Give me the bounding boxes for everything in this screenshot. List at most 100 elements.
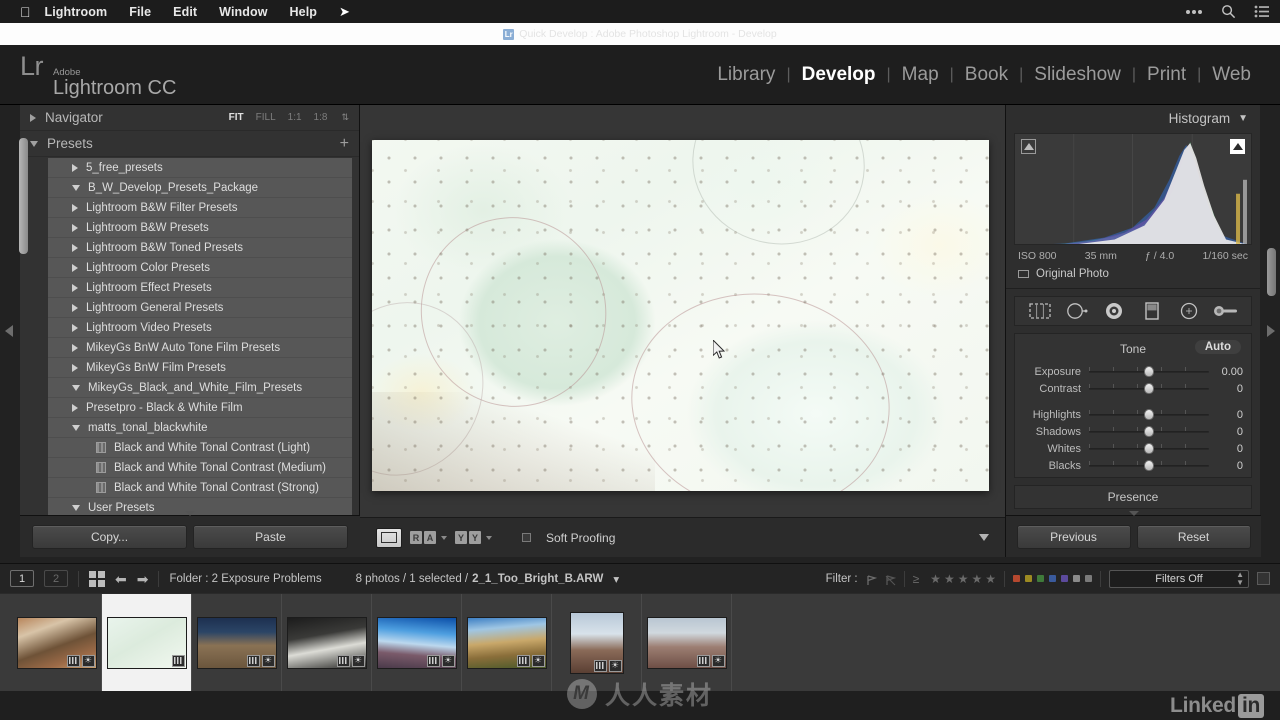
original-photo-row[interactable]: Original Photo xyxy=(1006,262,1260,289)
spot-removal-icon[interactable] xyxy=(1064,301,1090,321)
preset-row[interactable]: Lightroom Video Presets xyxy=(48,318,352,338)
filmstrip-cell[interactable]: ☀ xyxy=(372,594,462,692)
ellipsis-icon[interactable] xyxy=(1185,9,1203,15)
auto-tone-button[interactable]: Auto xyxy=(1195,340,1241,354)
crop-badge-icon[interactable] xyxy=(67,655,80,667)
radial-filter-icon[interactable] xyxy=(1176,301,1202,321)
module-map[interactable]: Map xyxy=(891,64,950,86)
before-after-dropdown-icon[interactable] xyxy=(441,536,447,540)
module-develop[interactable]: Develop xyxy=(791,64,887,86)
flag-pick-icon[interactable] xyxy=(866,573,877,584)
thumb-6[interactable]: ☀ xyxy=(467,617,547,669)
apple-menu-icon[interactable]:  xyxy=(20,5,31,19)
chevron-down-icon[interactable] xyxy=(72,185,80,191)
zoom-fill[interactable]: FILL xyxy=(256,112,276,123)
crop-badge-icon[interactable] xyxy=(697,655,710,667)
stepper-icon[interactable]: ▲▼ xyxy=(1236,571,1244,587)
copy-button[interactable]: Copy... xyxy=(32,525,187,549)
identity-plate[interactable]: Lr Adobe Lightroom CC xyxy=(0,51,176,99)
slider-track[interactable] xyxy=(1089,425,1209,438)
left-panel-scrollbar[interactable] xyxy=(19,138,28,254)
color-label-swatch-6[interactable] xyxy=(1073,575,1080,582)
color-label-swatch-4[interactable] xyxy=(1049,575,1056,582)
module-library[interactable]: Library xyxy=(706,64,786,86)
preset-row[interactable]: Presetpro - Black & White Film xyxy=(48,398,352,418)
preset-row[interactable]: Black and White Tonal Contrast (Light) xyxy=(48,438,352,458)
color-label-swatch-3[interactable] xyxy=(1037,575,1044,582)
chevron-down-icon[interactable] xyxy=(30,141,38,147)
chevron-right-icon[interactable] xyxy=(72,344,78,352)
color-label-swatch-7[interactable] xyxy=(1085,575,1092,582)
flag-reject-icon[interactable] xyxy=(885,573,896,584)
star-2[interactable]: ★ xyxy=(944,572,955,586)
crop-badge-icon[interactable] xyxy=(594,660,607,672)
slider-shadows[interactable]: Shadows0 xyxy=(1015,423,1251,440)
graduated-filter-icon[interactable] xyxy=(1139,301,1165,321)
develop-badge-icon[interactable]: ☀ xyxy=(442,655,455,667)
crop-badge-icon[interactable] xyxy=(247,655,260,667)
slider-value[interactable]: 0 xyxy=(1209,426,1243,438)
arrow-right-icon[interactable]: ➡ xyxy=(137,572,149,586)
zoom-stepper-icon[interactable]: ⇅ xyxy=(341,113,349,122)
highlight-clipping-indicator[interactable] xyxy=(1230,139,1245,154)
slider-blacks[interactable]: Blacks0 xyxy=(1015,457,1251,474)
soft-proofing-checkbox[interactable] xyxy=(522,533,531,542)
module-print[interactable]: Print xyxy=(1136,64,1197,86)
chevron-right-icon[interactable] xyxy=(72,264,78,272)
chevron-right-icon[interactable] xyxy=(72,284,78,292)
lightning-icon[interactable]: ➤ xyxy=(339,4,350,20)
compare-view-button[interactable]: Y Y xyxy=(455,531,492,544)
preset-row[interactable]: matts_tonal_blackwhite xyxy=(48,418,352,438)
preset-row[interactable]: MikeyGs_Black_and_White_Film_Presets xyxy=(48,378,352,398)
chevron-right-icon[interactable] xyxy=(72,404,78,412)
photo-prickly-pear-cactus[interactable] xyxy=(372,140,989,491)
paste-button[interactable]: Paste xyxy=(193,525,348,549)
slider-track[interactable] xyxy=(1089,442,1209,455)
slider-track[interactable] xyxy=(1089,382,1209,395)
slider-knob[interactable] xyxy=(1144,366,1154,377)
slider-highlights[interactable]: Highlights0 xyxy=(1015,406,1251,423)
develop-badge-icon[interactable]: ☀ xyxy=(262,655,275,667)
preset-row[interactable]: Black and White Tonal Contrast (Medium) xyxy=(48,458,352,478)
preset-row[interactable]: 5_free_presets xyxy=(48,158,352,178)
chevron-right-icon[interactable] xyxy=(30,114,36,122)
add-preset-button[interactable]: + xyxy=(340,136,349,152)
star-4[interactable]: ★ xyxy=(971,572,982,586)
preset-row[interactable]: MikeyGs BnW Auto Tone Film Presets xyxy=(48,338,352,358)
preset-row[interactable]: Lightroom Effect Presets xyxy=(48,278,352,298)
left-panel-collapse-arrow[interactable] xyxy=(5,325,13,337)
chevron-right-icon[interactable] xyxy=(72,364,78,372)
filmstrip-cell[interactable]: ☀ xyxy=(192,594,282,692)
preset-row[interactable]: Lightroom B&W Presets xyxy=(48,218,352,238)
histogram-graph[interactable] xyxy=(1014,133,1252,245)
zoom-1-1[interactable]: 1:1 xyxy=(288,112,302,123)
red-eye-correction-icon[interactable] xyxy=(1101,301,1127,321)
star-rating-filter[interactable]: ★★★★★ xyxy=(927,570,996,588)
menu-item-help[interactable]: Help xyxy=(290,5,318,19)
slider-contrast[interactable]: Contrast0 xyxy=(1015,380,1251,397)
slider-whites[interactable]: Whites0 xyxy=(1015,440,1251,457)
preset-item-icon[interactable] xyxy=(96,442,106,453)
chevron-right-icon[interactable] xyxy=(72,244,78,252)
slider-value[interactable]: 0 xyxy=(1209,460,1243,472)
crop-badge-icon[interactable] xyxy=(427,655,440,667)
chevron-down-icon[interactable] xyxy=(72,425,80,431)
filters-preset-dropdown[interactable]: Filters Off ▲▼ xyxy=(1109,570,1249,588)
chevron-right-icon[interactable] xyxy=(72,324,78,332)
lock-filter-icon[interactable] xyxy=(1257,572,1270,585)
color-label-swatch-5[interactable] xyxy=(1061,575,1068,582)
chevron-right-icon[interactable] xyxy=(72,204,78,212)
thumb-8[interactable]: ☀ xyxy=(647,617,727,669)
grid-view-icon[interactable] xyxy=(89,571,105,587)
develop-badge-icon[interactable]: ☀ xyxy=(532,655,545,667)
star-3[interactable]: ★ xyxy=(958,572,969,586)
page-1-button[interactable]: 1 xyxy=(10,570,34,587)
thumb-1[interactable]: ☀ xyxy=(17,617,97,669)
histogram-collapse-icon[interactable]: ▼ xyxy=(1238,113,1248,124)
preset-row[interactable]: B_W_Develop_Presets_Package xyxy=(48,178,352,198)
preset-item-icon[interactable] xyxy=(96,462,106,473)
histogram-header[interactable]: Histogram ▼ xyxy=(1006,105,1260,131)
before-after-button[interactable]: R A xyxy=(410,531,447,544)
slider-exposure[interactable]: Exposure0.00 xyxy=(1015,363,1251,380)
loupe-view-icon[interactable] xyxy=(376,528,402,548)
